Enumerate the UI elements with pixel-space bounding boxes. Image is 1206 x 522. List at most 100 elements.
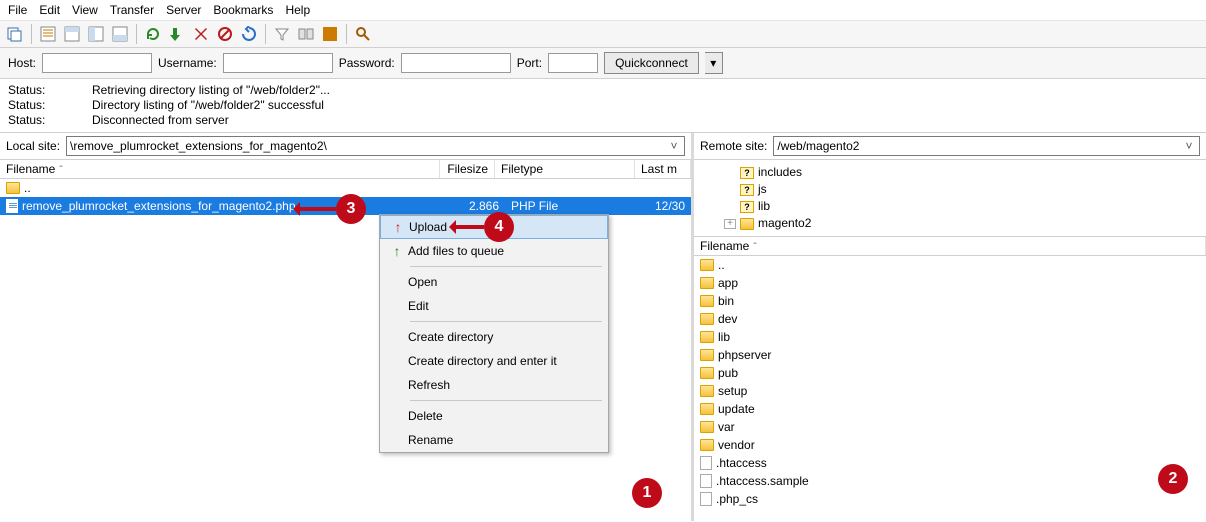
list-item[interactable]: .htaccess.sample [694,472,1206,490]
tree-node[interactable]: magento2 [758,215,811,232]
folder-icon [700,277,714,289]
menu-server[interactable]: Server [166,3,201,17]
folder-icon [700,367,714,379]
context-menu: ↑Upload ↑Add files to queue Open Edit Cr… [379,214,609,453]
php-file-icon [6,199,18,213]
toggle-localtree-icon[interactable] [61,23,83,45]
list-item[interactable]: bin [694,292,1206,310]
folder-icon [700,349,714,361]
toolbar [0,21,1206,48]
list-item[interactable]: .htaccess [694,454,1206,472]
menu-edit[interactable]: Edit [39,3,60,17]
local-path-combo[interactable]: \remove_plumrocket_extensions_for_magent… [66,136,685,156]
password-input[interactable] [401,53,511,73]
list-item[interactable]: setup [694,382,1206,400]
ctx-rename[interactable]: Rename [380,428,608,452]
filename: .. [718,258,725,272]
filename: .htaccess [716,456,767,470]
ctx-add-queue[interactable]: ↑Add files to queue [380,239,608,263]
local-path: \remove_plumrocket_extensions_for_magent… [70,139,667,153]
port-input[interactable] [548,53,598,73]
toolbar-divider [346,24,347,44]
status-text: Directory listing of "/web/folder2" succ… [92,98,324,113]
folder-icon [700,421,714,433]
disconnect-icon[interactable] [214,23,236,45]
col-filename[interactable]: Filename [0,160,440,178]
host-input[interactable] [42,53,152,73]
annotation-arrow-4 [452,225,484,229]
col-filesize[interactable]: Filesize [440,160,495,178]
remote-path-combo[interactable]: /web/magento2 ˅ [773,136,1200,156]
remote-site-label: Remote site: [700,139,767,153]
toggle-remotetree-icon[interactable] [85,23,107,45]
status-text: Disconnected from server [92,113,229,128]
filename: var [718,420,735,434]
site-manager-icon[interactable] [4,23,26,45]
col-lastmod[interactable]: Last m [635,160,691,178]
remote-path: /web/magento2 [777,139,1182,153]
remote-column-header: Filename [694,237,1206,256]
chevron-down-icon[interactable]: ˅ [1182,139,1196,153]
username-input[interactable] [223,53,333,73]
toggle-queue-icon[interactable] [109,23,131,45]
reconnect-icon[interactable] [238,23,260,45]
folder-icon [700,403,714,415]
quickconnect-button[interactable]: Quickconnect [604,52,699,74]
filename: app [718,276,738,290]
folder-icon [700,313,714,325]
list-item[interactable]: phpserver [694,346,1206,364]
process-queue-icon[interactable] [166,23,188,45]
menu-bookmarks[interactable]: Bookmarks [213,3,273,17]
ctx-create-dir[interactable]: Create directory [380,325,608,349]
status-text: Retrieving directory listing of "/web/fo… [92,83,330,98]
filter-icon[interactable] [271,23,293,45]
expand-icon[interactable]: + [724,219,736,229]
remote-tree[interactable]: ?includes ?js ?lib +magento2 [694,160,1206,237]
folder-icon [700,385,714,397]
status-label: Status: [8,83,68,98]
tree-node[interactable]: js [758,181,767,198]
menu-help[interactable]: Help [285,3,310,17]
unknown-folder-icon: ? [740,184,754,196]
list-item[interactable]: app [694,274,1206,292]
col-filename[interactable]: Filename [694,237,1206,255]
list-item[interactable]: lib [694,328,1206,346]
cancel-icon[interactable] [190,23,212,45]
annotation-arrow-3 [296,207,336,211]
ctx-edit-label: Edit [408,299,429,313]
folder-up-icon [700,259,714,271]
list-item[interactable]: dev [694,310,1206,328]
file-icon [700,474,712,488]
toggle-log-icon[interactable] [37,23,59,45]
ctx-refresh[interactable]: Refresh [380,373,608,397]
refresh-icon[interactable] [142,23,164,45]
list-item[interactable]: vendor [694,436,1206,454]
list-item[interactable]: update [694,400,1206,418]
file-icon [700,492,712,506]
unknown-folder-icon: ? [740,167,754,179]
list-item[interactable]: var [694,418,1206,436]
ctx-create-dir-enter[interactable]: Create directory and enter it [380,349,608,373]
status-label: Status: [8,113,68,128]
compare-icon[interactable] [295,23,317,45]
tree-node[interactable]: lib [758,198,770,215]
ctx-open[interactable]: Open [380,270,608,294]
menu-view[interactable]: View [72,3,98,17]
list-item[interactable]: pub [694,364,1206,382]
find-icon[interactable] [352,23,374,45]
menu-file[interactable]: File [8,3,27,17]
col-filetype[interactable]: Filetype [495,160,635,178]
remote-pane: Remote site: /web/magento2 ˅ ? includes ?… [694,133,1206,521]
list-item-up[interactable]: .. [694,256,1206,274]
menu-transfer[interactable]: Transfer [110,3,154,17]
ctx-delete[interactable]: Delete [380,404,608,428]
remote-file-list[interactable]: .. app bin dev lib phpserver pub setup u… [694,256,1206,521]
folder-icon [700,439,714,451]
chevron-down-icon[interactable]: ˅ [667,139,681,153]
tree-node[interactable]: includes [758,164,802,181]
quickconnect-dropdown[interactable]: ▾ [705,52,723,74]
sync-browse-icon[interactable] [319,23,341,45]
ctx-edit[interactable]: Edit [380,294,608,318]
status-log: Status: Retrieving directory listing of "… [0,79,1206,133]
list-item[interactable]: .php_cs [694,490,1206,508]
